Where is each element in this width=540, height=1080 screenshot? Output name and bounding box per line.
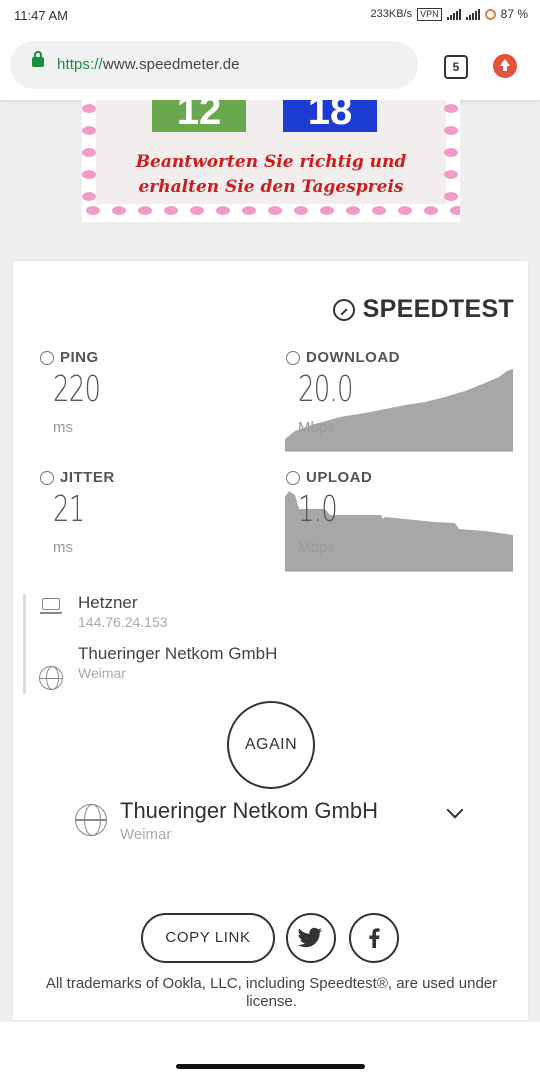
globe-icon bbox=[39, 666, 63, 690]
vpn-badge: VPN bbox=[417, 7, 442, 21]
pig-decoration bbox=[398, 206, 412, 215]
pig-decoration bbox=[112, 206, 126, 215]
jitter-unit: ms bbox=[53, 539, 73, 556]
pig-decoration bbox=[268, 206, 282, 215]
pig-decoration bbox=[164, 206, 178, 215]
ad-line-1: Beantworten Sie richtig und bbox=[135, 152, 407, 172]
pig-decoration bbox=[190, 206, 204, 215]
twitter-icon bbox=[298, 927, 322, 948]
download-baseline bbox=[285, 451, 513, 452]
upload-baseline bbox=[285, 571, 513, 572]
selected-isp-name[interactable]: Thueringer Netkom GmbH bbox=[120, 798, 378, 824]
status-bar: 11:47 AM 233KB/s VPN 87 % bbox=[0, 0, 540, 32]
url-host: www.speedmeter.de bbox=[102, 56, 240, 73]
download-value: 20.0 bbox=[298, 369, 354, 410]
pig-decoration bbox=[444, 192, 458, 201]
battery-text: 87 % bbox=[500, 7, 528, 21]
server-ip: 144.76.24.153 bbox=[78, 614, 168, 630]
again-button[interactable]: AGAIN bbox=[227, 701, 315, 789]
upload-label-text: UPLOAD bbox=[306, 469, 373, 486]
trademark-text: All trademarks of Ookla, LLC, including … bbox=[45, 975, 498, 1010]
download-icon bbox=[286, 350, 300, 365]
url-text[interactable]: https://www.speedmeter.de bbox=[57, 56, 240, 73]
ping-unit: ms bbox=[53, 419, 73, 436]
jitter-label-text: JITTER bbox=[60, 469, 115, 486]
download-label: DOWNLOAD bbox=[286, 349, 400, 366]
home-indicator[interactable] bbox=[176, 1064, 365, 1069]
pig-decoration bbox=[242, 206, 256, 215]
pig-decoration bbox=[444, 148, 458, 157]
browser-toolbar: https://www.speedmeter.de 5 bbox=[0, 32, 540, 100]
status-time: 11:47 AM bbox=[14, 8, 68, 23]
twitter-share-button[interactable] bbox=[286, 913, 336, 963]
ad-line-2: erhalten Sie den Tagespreis bbox=[138, 177, 404, 197]
download-label-text: DOWNLOAD bbox=[306, 349, 400, 366]
ping-icon bbox=[40, 350, 54, 365]
upload-label: UPLOAD bbox=[286, 469, 372, 486]
provider-globe-icon bbox=[75, 804, 107, 836]
info-divider bbox=[23, 594, 26, 694]
ping-value: 220 bbox=[53, 369, 101, 410]
pig-decoration bbox=[82, 126, 96, 135]
pig-decoration bbox=[424, 206, 438, 215]
copy-link-button[interactable]: COPY LINK bbox=[141, 913, 275, 963]
signal-icon bbox=[446, 8, 461, 20]
isp-name: Thueringer Netkom GmbH bbox=[78, 644, 278, 663]
data-saver-icon bbox=[484, 8, 496, 20]
gauge-icon bbox=[332, 298, 355, 321]
status-icons: 233KB/s VPN 87 % bbox=[371, 7, 528, 21]
pig-decoration bbox=[444, 104, 458, 113]
speedtest-card: SPEEDTEST PING 220 ms DOWNLOAD 20.0 Mbps… bbox=[13, 261, 528, 1020]
pig-decoration bbox=[294, 206, 308, 215]
pig-decoration bbox=[82, 148, 96, 157]
chevron-down-icon[interactable] bbox=[446, 801, 464, 819]
update-icon[interactable] bbox=[493, 54, 517, 78]
upload-icon bbox=[286, 470, 300, 485]
selected-isp-location: Weimar bbox=[120, 826, 172, 843]
jitter-value: 21 bbox=[53, 489, 85, 530]
pig-decoration bbox=[82, 170, 96, 179]
jitter-icon bbox=[40, 470, 54, 485]
ping-label: PING bbox=[40, 349, 99, 366]
upload-unit: Mbps bbox=[298, 539, 335, 556]
isp-location: Weimar bbox=[78, 665, 126, 681]
tab-switcher-button[interactable]: 5 bbox=[444, 55, 468, 79]
lock-icon bbox=[32, 51, 44, 67]
url-scheme: https:// bbox=[57, 56, 103, 73]
ad-number-left: 12 bbox=[152, 100, 246, 132]
pig-decoration bbox=[138, 206, 152, 215]
facebook-share-button[interactable] bbox=[349, 913, 399, 963]
pig-decoration bbox=[444, 170, 458, 179]
bottom-area bbox=[0, 1022, 540, 1080]
pig-decoration bbox=[444, 126, 458, 135]
jitter-label: JITTER bbox=[40, 469, 115, 486]
upload-value: 1.0 bbox=[298, 489, 338, 530]
laptop-icon bbox=[40, 598, 62, 614]
pig-decoration bbox=[82, 192, 96, 201]
brand-text: SPEEDTEST bbox=[362, 295, 514, 323]
pig-decoration bbox=[346, 206, 360, 215]
pig-decoration bbox=[86, 206, 100, 215]
download-unit: Mbps bbox=[298, 419, 335, 436]
signal-icon-2 bbox=[465, 8, 480, 20]
pig-decoration bbox=[372, 206, 386, 215]
url-bar[interactable]: https://www.speedmeter.de bbox=[10, 41, 418, 89]
facebook-icon bbox=[369, 928, 380, 948]
pig-decoration bbox=[450, 206, 460, 215]
network-speed: 233KB/s bbox=[370, 8, 413, 20]
server-name: Hetzner bbox=[78, 593, 138, 612]
ad-number-right: 18 bbox=[283, 100, 377, 132]
pig-decoration bbox=[82, 104, 96, 113]
ad-banner[interactable]: 12 18 Beantworten Sie richtig und erhalt… bbox=[82, 100, 460, 222]
ping-label-text: PING bbox=[60, 349, 99, 366]
pig-decoration bbox=[320, 206, 334, 215]
speedtest-logo: SPEEDTEST bbox=[332, 295, 514, 324]
pig-decoration bbox=[216, 206, 230, 215]
